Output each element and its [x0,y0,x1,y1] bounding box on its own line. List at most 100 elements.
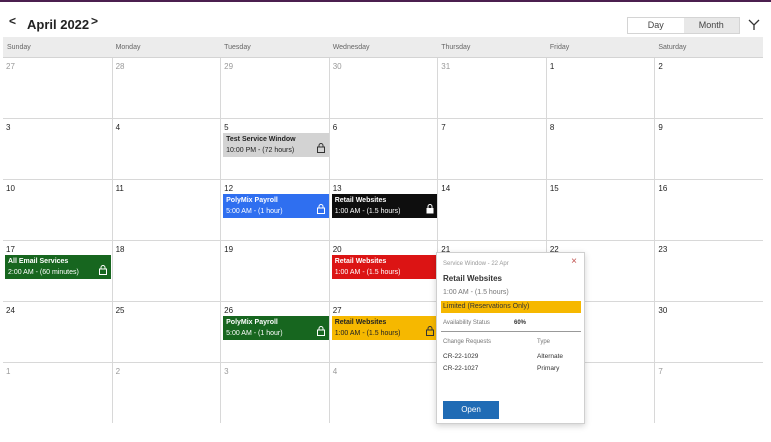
open-button[interactable]: Open [443,401,499,419]
divider [441,331,581,332]
close-icon[interactable]: × [571,257,577,267]
change-request-type: Alternate [537,353,564,360]
day-number: 1 [6,367,11,376]
calendar-header: < April 2022 > Day Month [0,2,771,36]
day-cell[interactable]: 27 [3,58,112,118]
day-cell[interactable]: 25 [111,302,221,362]
event-title: Test Service Window [226,136,296,143]
day-number: 1 [549,62,555,71]
event-retail-websites[interactable]: Retail Websites 1:00 AM - (1.5 hours) [331,194,438,218]
type-header: Type [537,339,551,345]
day-number: 30 [332,62,342,71]
day-number: 5 [224,123,229,132]
day-cell[interactable]: 2 [654,58,763,118]
day-number: 4 [332,367,338,376]
day-cell[interactable]: 4 [328,363,438,423]
day-cell[interactable]: 24 [3,302,112,362]
day-cell[interactable]: 29 [220,58,329,118]
day-cell[interactable]: 3 [3,119,112,179]
day-cell[interactable]: 6 [328,119,438,179]
weekday-friday: Friday [549,44,570,51]
weekday-header: Sunday Monday Tuesday Wednesday Thursday… [3,37,763,58]
popup-subtitle: Service Window - 22 Apr [443,261,509,267]
previous-month-button[interactable]: < [9,15,16,27]
day-cell[interactable]: 27 Retail Websites 1:00 AM - (1.5 hours) [328,302,438,362]
status-badge: Limited (Reservations Only) [441,301,581,313]
day-cell[interactable]: 16 [654,180,763,240]
day-number: 9 [658,123,663,132]
day-cell[interactable]: 2 [111,363,221,423]
day-cell[interactable]: 30 [328,58,438,118]
week-row: 1 2 3 4 5 6 7 [3,363,763,423]
day-number: 23 [658,245,668,254]
event-polymix-payroll[interactable]: PolyMix Payroll 5:00 AM - (1 hour) [223,316,330,340]
day-cell[interactable]: 15 [545,180,655,240]
event-all-email-services[interactable]: All Email Services 2:00 AM - (60 minutes… [5,255,111,279]
event-time: 1:00 AM - (1.5 hours) [334,208,401,215]
day-number: 30 [658,306,668,315]
day-cell[interactable]: 1 [545,58,655,118]
day-cell[interactable]: 10 [3,180,112,240]
next-month-button[interactable]: > [91,15,98,27]
day-cell[interactable]: 30 [654,302,763,362]
weekday-saturday: Saturday [658,44,687,51]
day-cell[interactable]: 23 [654,241,763,301]
day-number: 14 [441,184,451,193]
weekday-wednesday: Wednesday [332,44,370,51]
week-row: 3 4 5 Test Service Window 10:00 PM - (72… [3,119,763,180]
day-number: 12 [224,184,234,193]
day-cell[interactable]: 4 [111,119,221,179]
day-cell[interactable]: 3 [220,363,329,423]
month-view-button[interactable]: Month [683,18,739,33]
day-number: 27 [332,306,342,315]
day-cell[interactable]: 20 Retail Websites 1:00 AM - (1.5 hours) [328,241,438,301]
day-number: 7 [658,367,663,376]
change-request-id[interactable]: CR-22-1029 [443,353,478,360]
day-number: 6 [332,123,338,132]
day-cell[interactable]: 26 PolyMix Payroll 5:00 AM - (1 hour) [220,302,330,362]
day-number: 16 [658,184,668,193]
week-row: 27 28 29 30 31 1 2 [3,58,763,119]
day-cell[interactable]: 7 [437,119,546,179]
day-number: 2 [115,367,121,376]
event-time: 1:00 AM - (1.5 hours) [334,269,401,276]
event-retail-websites[interactable]: Retail Websites 1:00 AM - (1.5 hours) [331,316,438,340]
day-cell[interactable]: 18 [111,241,221,301]
event-time: 1:00 AM - (1.5 hours) [334,330,401,337]
day-cell[interactable]: 8 [545,119,655,179]
day-number: 25 [115,306,125,315]
day-cell[interactable]: 5 Test Service Window 10:00 PM - (72 hou… [220,119,330,179]
day-number: 3 [224,367,229,376]
day-number: 19 [224,245,234,254]
weekday-thursday: Thursday [441,44,471,51]
event-polymix-payroll[interactable]: PolyMix Payroll 5:00 AM - (1 hour) [223,194,330,218]
day-number: 28 [115,62,125,71]
filter-icon[interactable] [748,18,760,32]
day-cell[interactable]: 12 PolyMix Payroll 5:00 AM - (1 hour) [220,180,330,240]
month-grid: Sunday Monday Tuesday Wednesday Thursday… [3,37,763,423]
day-cell[interactable]: 7 [654,363,763,423]
weekday-monday: Monday [115,44,141,51]
day-number: 11 [115,184,124,193]
day-number: 2 [658,62,663,71]
event-title: PolyMix Payroll [226,319,278,326]
day-cell[interactable]: 28 [111,58,221,118]
change-request-id[interactable]: CR-22-1027 [443,365,478,372]
day-cell[interactable]: 13 Retail Websites 1:00 AM - (1.5 hours) [328,180,438,240]
day-cell[interactable]: 9 [654,119,763,179]
day-view-button[interactable]: Day [628,18,684,33]
availability-value: 60% [514,320,527,326]
day-cell[interactable]: 17 All Email Services 2:00 AM - (60 minu… [3,241,112,301]
day-cell[interactable]: 1 [3,363,112,423]
week-row: 17 All Email Services 2:00 AM - (60 minu… [3,241,763,302]
event-test-service-window[interactable]: Test Service Window 10:00 PM - (72 hours… [223,133,330,157]
day-cell[interactable]: 19 [220,241,329,301]
lock-icon [317,323,326,336]
event-retail-websites[interactable]: Retail Websites 1:00 AM - (1.5 hours) [331,255,438,279]
day-number: 4 [115,123,121,132]
day-cell[interactable]: 14 [437,180,546,240]
day-cell[interactable]: 11 [111,180,221,240]
day-cell[interactable]: 31 [437,58,546,118]
day-number: 24 [6,306,15,315]
event-title: PolyMix Payroll [226,197,278,204]
